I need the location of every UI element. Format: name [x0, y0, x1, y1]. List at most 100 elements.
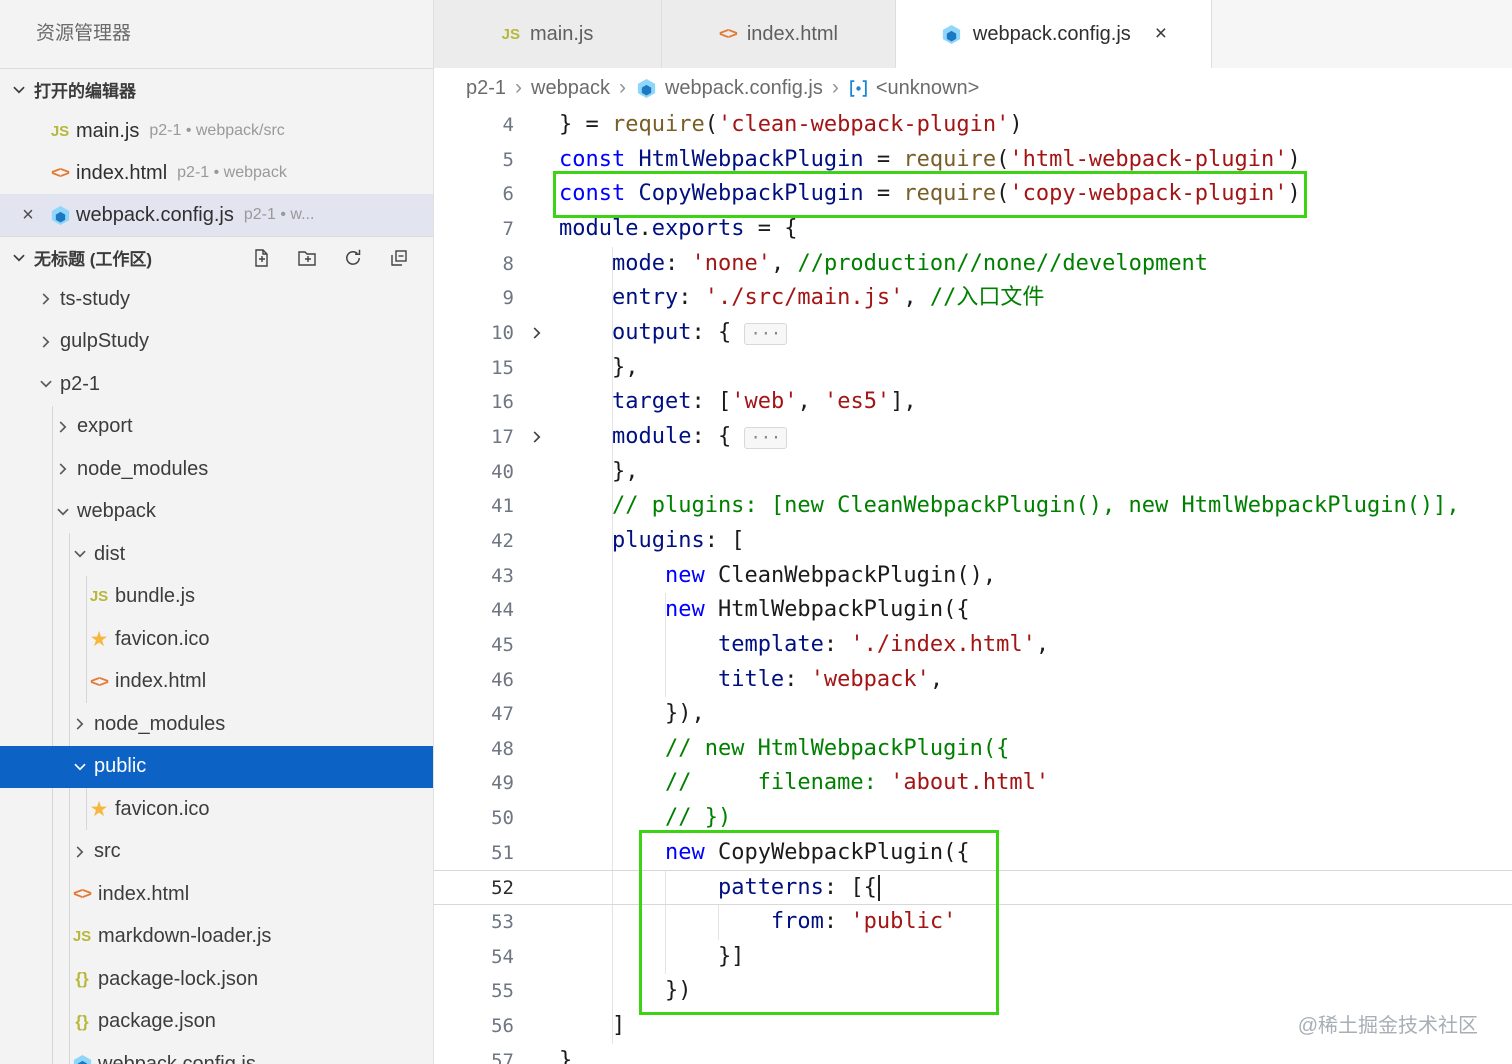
code-line-47[interactable]: 47 }),	[434, 697, 1512, 732]
fold-gutter	[514, 385, 559, 420]
open-editor-desc: p2-1 • webpack/src	[149, 122, 285, 139]
code-text: from: 'public'	[770, 909, 957, 935]
tree-item-markdown-loader.js[interactable]: JS markdown-loader.js	[0, 916, 433, 959]
open-editor-main.js[interactable]: JS main.js p2-1 • webpack/src	[0, 110, 433, 152]
tree-item-package.json[interactable]: {} package.json	[0, 1001, 433, 1044]
code-text: mode: 'none', //production//none//develo…	[611, 250, 1209, 276]
chevron-right-icon	[533, 327, 540, 339]
code-text: target: ['web', 'es5'],	[611, 389, 917, 415]
close-icon[interactable]: ×	[1155, 22, 1167, 46]
line-number: 51	[491, 841, 514, 864]
fold-gutter	[514, 351, 559, 386]
tree-item-favicon.ico[interactable]: ★ favicon.ico	[0, 618, 433, 661]
breadcrumb-item-unknown[interactable]: <unknown>	[848, 77, 979, 100]
code-line-15[interactable]: 15 },	[434, 351, 1512, 386]
chevron-down-icon	[40, 380, 52, 388]
code-line-57[interactable]: 57}	[434, 1044, 1512, 1064]
tree-item-export[interactable]: export	[0, 406, 433, 449]
tab-webpack.config.js[interactable]: webpack.config.js ×	[896, 0, 1212, 68]
code-line-10[interactable]: 10 output: { ···	[434, 316, 1512, 351]
code-line-5[interactable]: 5 const HtmlWebpackPlugin = require('html…	[434, 143, 1512, 178]
tree-item-ts-study[interactable]: ts-study	[0, 278, 433, 321]
tab-main.js[interactable]: JS main.js	[434, 0, 662, 68]
tree-item-label: gulpStudy	[60, 330, 149, 353]
breadcrumb-item-p2-1[interactable]: p2-1	[466, 77, 506, 100]
code-text: output: { ···	[559, 316, 1512, 351]
tree-item-label: webpack.config.js	[98, 1052, 256, 1064]
fold-gutter	[514, 801, 559, 836]
code-line-7[interactable]: 7 module.exports = {	[434, 212, 1512, 247]
tree-item-package-lock.json[interactable]: {} package-lock.json	[0, 958, 433, 1001]
refresh-icon	[346, 249, 361, 265]
fold-gutter	[514, 628, 559, 663]
close-icon[interactable]: ×	[12, 204, 44, 227]
collapse-all-button[interactable]	[389, 248, 409, 268]
tree-item-webpack.config.js[interactable]: webpack.config.js	[0, 1043, 433, 1064]
tree-item-favicon.ico[interactable]: ★ favicon.ico	[0, 788, 433, 831]
code-line-45[interactable]: 45 template: './index.html',	[434, 628, 1512, 663]
code-line-6[interactable]: 6 const CopyWebpackPlugin = require('copy…	[434, 171, 1512, 218]
refresh-button[interactable]	[343, 248, 363, 268]
tree-item-index.html[interactable]: <> index.html	[0, 873, 433, 916]
open-editors-header[interactable]: 打开的编辑器	[0, 68, 433, 110]
code-text: },	[559, 458, 639, 484]
tree-item-index.html[interactable]: <> index.html	[0, 661, 433, 704]
tree-item-public[interactable]: public	[0, 745, 433, 788]
code-line-55[interactable]: 55 })	[434, 974, 1512, 1009]
new-folder-icon	[298, 250, 316, 266]
vscode-window: 资源管理器 打开的编辑器 JS main.js p2-1 • webpack/src…	[0, 0, 1512, 1064]
code-line-53[interactable]: 53 from: 'public'	[434, 905, 1512, 940]
breadcrumb-label: p2-1	[466, 76, 507, 99]
code-text: } = require('clean-webpack-plugin')	[559, 112, 1023, 137]
code-text: const CopyWebpackPlugin = require('copy-…	[553, 171, 1307, 218]
tree-item-p2-1[interactable]: p2-1	[0, 363, 433, 406]
tree-item-bundle.js[interactable]: JS bundle.js	[0, 576, 433, 619]
tree-item-node_modules[interactable]: node_modules	[0, 703, 433, 746]
breadcrumb-item-webpack.config.js[interactable]: webpack.config.js	[635, 77, 823, 100]
code-line-46[interactable]: 46 title: 'webpack',	[434, 663, 1512, 698]
tree-item-dist[interactable]: dist	[0, 533, 433, 576]
breadcrumb-item-webpack[interactable]: webpack	[531, 77, 610, 100]
tab-index.html[interactable]: <> index.html	[662, 0, 896, 68]
code-line-8[interactable]: 8 mode: 'none', //production//none//deve…	[434, 247, 1512, 282]
code-line-49[interactable]: 49 // filename: 'about.html'	[434, 766, 1512, 801]
tree-item-node_modules[interactable]: node_modules	[0, 448, 433, 491]
code-line-54[interactable]: 54 }]	[434, 940, 1512, 975]
tree-item-webpack[interactable]: webpack	[0, 491, 433, 534]
chevron-right-icon	[42, 336, 50, 348]
fold-gutter	[514, 1044, 559, 1064]
code-line-51[interactable]: 51 new CopyWebpackPlugin({	[434, 836, 1512, 871]
tree-item-label: export	[77, 415, 133, 438]
fold-chevron-icon[interactable]	[514, 420, 559, 455]
code-line-42[interactable]: 42 plugins: [	[434, 524, 1512, 559]
new-file-button[interactable]	[251, 248, 271, 268]
open-editor-webpack.config.js[interactable]: × webpack.config.js p2-1 • w...	[0, 194, 433, 236]
code-line-9[interactable]: 9 entry: './src/main.js', //入口文件	[434, 281, 1512, 316]
code-line-41[interactable]: 41 // plugins: [new CleanWebpackPlugin()…	[434, 489, 1512, 524]
line-number: 15	[491, 356, 514, 379]
code-editor[interactable]: 4} = require('clean-webpack-plugin') 5 con…	[434, 108, 1512, 1064]
code-line-43[interactable]: 43 new CleanWebpackPlugin(),	[434, 559, 1512, 594]
workspace-header[interactable]: 无标题 (工作区)	[0, 236, 433, 278]
chevron-down-icon	[10, 249, 28, 267]
tree-item-label: package-lock.json	[98, 967, 259, 990]
line-number: 46	[491, 668, 514, 691]
code-line-50[interactable]: 50 // })	[434, 801, 1512, 836]
tree-item-src[interactable]: src	[0, 831, 433, 874]
code-line-44[interactable]: 44 new HtmlWebpackPlugin({	[434, 593, 1512, 628]
code-line-48[interactable]: 48 // new HtmlWebpackPlugin({	[434, 732, 1512, 767]
code-line-40[interactable]: 40 },	[434, 455, 1512, 490]
code-line-52[interactable]: 52 patterns: [{	[434, 870, 1512, 906]
fold-gutter	[514, 836, 559, 871]
tree-item-gulpStudy[interactable]: gulpStudy	[0, 321, 433, 364]
fold-chevron-icon[interactable]	[514, 316, 559, 351]
json-icon: {}	[75, 1011, 89, 1031]
new-folder-button[interactable]	[297, 248, 317, 268]
tree-item-label: bundle.js	[115, 585, 196, 608]
code-line-4[interactable]: 4} = require('clean-webpack-plugin')	[434, 108, 1512, 143]
favicon-icon: ★	[89, 627, 109, 651]
code-line-17[interactable]: 17 module: { ···	[434, 420, 1512, 455]
code-line-16[interactable]: 16 target: ['web', 'es5'],	[434, 385, 1512, 420]
open-editor-index.html[interactable]: <> index.html p2-1 • webpack	[0, 152, 433, 194]
line-number: 55	[491, 980, 514, 1003]
